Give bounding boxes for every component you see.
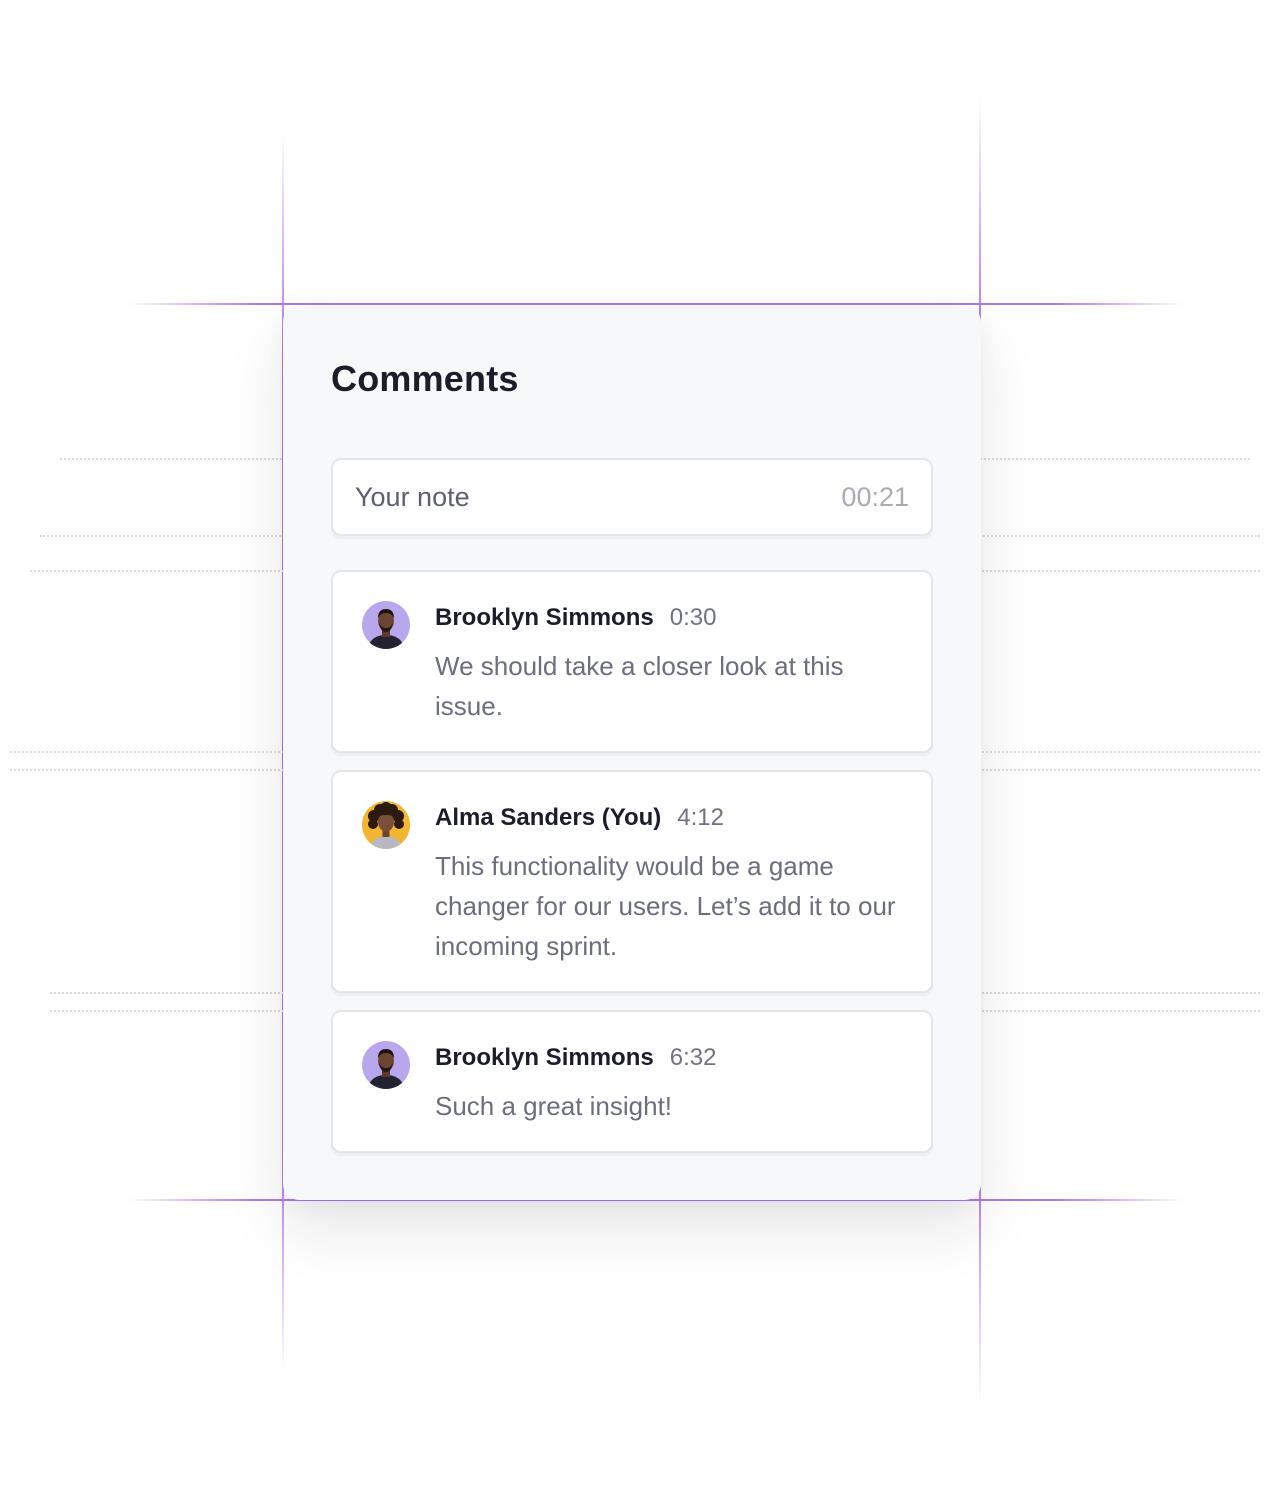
comment-header: Alma Sanders (You) 4:12 — [435, 804, 724, 832]
comment-author: Brooklyn Simmons — [435, 604, 654, 631]
comment-text: Such a great insight! — [435, 1091, 673, 1121]
comment-time[interactable]: 4:12 — [677, 804, 724, 832]
comment-time[interactable]: 6:32 — [670, 1044, 717, 1072]
note-field[interactable]: 00:21 — [331, 458, 933, 536]
avatar — [362, 601, 410, 649]
comment-time[interactable]: 0:30 — [670, 604, 717, 632]
panel-title: Comments — [331, 358, 519, 399]
comment-card: Brooklyn Simmons 0:30 We should take a c… — [331, 570, 933, 753]
avatar-man-icon — [362, 1041, 410, 1089]
note-input[interactable] — [355, 481, 775, 513]
avatar — [362, 801, 410, 849]
comment-header: Brooklyn Simmons 6:32 — [435, 1044, 716, 1072]
guide-line-horizontal-top — [128, 303, 1184, 305]
avatar-woman-icon — [362, 801, 410, 849]
comments-panel: Comments 00:21 Brooklyn Simmons 0:30 We … — [283, 306, 981, 1200]
comment-card: Brooklyn Simmons 6:32 Such a great insig… — [331, 1010, 933, 1153]
comment-text: This functionality would be a game chang… — [435, 851, 896, 961]
avatar — [362, 1041, 410, 1089]
avatar-man-icon — [362, 601, 410, 649]
comment-author: Brooklyn Simmons — [435, 1044, 654, 1071]
comment-card: Alma Sanders (You) 4:12 This functionali… — [331, 770, 933, 993]
comment-header: Brooklyn Simmons 0:30 — [435, 604, 716, 632]
note-timestamp: 00:21 — [841, 481, 909, 512]
comment-text: We should take a closer look at this iss… — [435, 651, 844, 721]
comment-author: Alma Sanders (You) — [435, 804, 662, 831]
